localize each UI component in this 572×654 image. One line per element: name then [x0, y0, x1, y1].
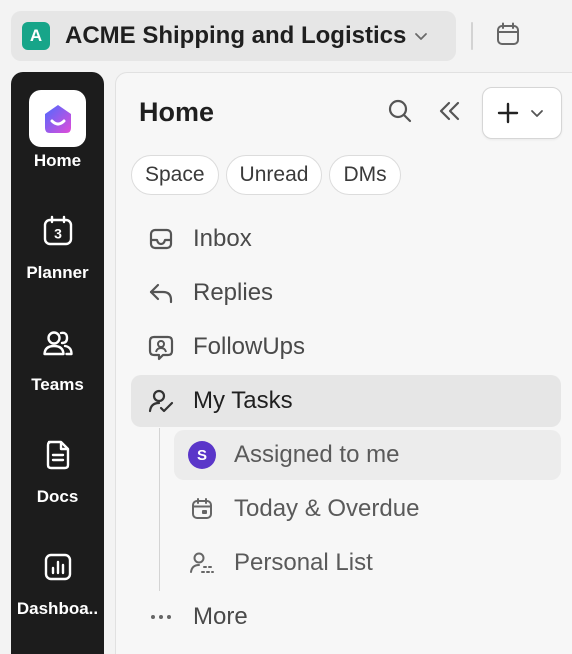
rail-item-dashboards[interactable]: Dashboa..: [11, 538, 104, 638]
avatar: S: [188, 441, 216, 469]
rail-item-label: Docs: [36, 487, 79, 506]
filter-chip-unread[interactable]: Unread: [225, 155, 323, 195]
rail-item-teams[interactable]: Teams: [11, 314, 104, 414]
rail-item-planner[interactable]: 3 Planner: [11, 202, 104, 302]
subnav-item-label: Assigned to me: [234, 441, 400, 468]
nav-item-label: My Tasks: [193, 387, 293, 414]
search-icon: [387, 98, 413, 129]
collapse-left-icon: [438, 99, 462, 128]
calendar-button[interactable]: [494, 22, 522, 50]
home-sidebar: Home Space Unread DMs Inbox Replies Foll…: [115, 72, 572, 654]
filter-chips: Space Unread DMs: [131, 155, 401, 195]
nav-item-replies[interactable]: Replies: [131, 267, 561, 319]
filter-chip-dms[interactable]: DMs: [329, 155, 401, 195]
calendar-icon: [495, 21, 521, 52]
chevron-down-icon: [528, 104, 546, 122]
subnav-item-today-overdue[interactable]: Today & Overdue: [174, 484, 561, 534]
teams-icon: [29, 314, 86, 371]
my-tasks-icon: [146, 386, 176, 416]
subnav-item-assigned-to-me[interactable]: S Assigned to me: [174, 430, 561, 480]
nav-item-label: Replies: [193, 279, 274, 306]
planner-calendar-icon: 3: [29, 202, 86, 259]
chevron-down-icon: [413, 28, 429, 44]
rail-item-home[interactable]: Home: [11, 90, 104, 190]
subnav-item-label: Today & Overdue: [234, 495, 420, 522]
search-button[interactable]: [384, 97, 416, 129]
filter-chip-space[interactable]: Space: [131, 155, 219, 195]
dashboard-icon: [29, 538, 86, 595]
followup-icon: [146, 332, 176, 362]
inbox-icon: [146, 224, 176, 254]
app-rail: Home 3 Planner Teams Docs Dashboa..: [11, 72, 104, 654]
planner-day-badge: 3: [54, 225, 62, 241]
page-title: Home: [139, 97, 215, 127]
rail-item-label: Teams: [31, 375, 84, 394]
reply-icon: [146, 278, 176, 308]
topbar-divider: [471, 22, 473, 50]
create-new-button[interactable]: [482, 87, 562, 139]
personal-list-icon: [187, 548, 217, 578]
nav-item-inbox[interactable]: Inbox: [131, 213, 561, 265]
workspace-avatar: A: [22, 22, 50, 50]
rail-item-label: Home: [33, 151, 82, 170]
top-bar: A ACME Shipping and Logistics: [0, 0, 572, 72]
more-dots-icon: [146, 602, 176, 632]
nav-item-label: FollowUps: [193, 333, 306, 360]
nav-item-label: Inbox: [193, 225, 252, 252]
subnav-guide-line: [159, 428, 160, 591]
plus-icon: [496, 101, 520, 125]
nav-item-my-tasks[interactable]: My Tasks: [131, 375, 561, 427]
workspace-switcher[interactable]: A ACME Shipping and Logistics: [11, 11, 456, 61]
nav-item-followups[interactable]: FollowUps: [131, 321, 561, 373]
subnav-item-label: Personal List: [234, 549, 373, 576]
rail-item-label: Dashboa..: [16, 599, 99, 618]
rail-item-docs[interactable]: Docs: [11, 426, 104, 526]
collapse-sidebar-button[interactable]: [434, 97, 466, 129]
subnav-item-personal-list[interactable]: Personal List: [174, 538, 561, 588]
assignee-avatar-wrap: S: [187, 440, 217, 470]
nav-item-more[interactable]: More: [131, 591, 561, 643]
workspace-name: ACME Shipping and Logistics: [65, 22, 407, 49]
nav-item-label: More: [193, 603, 248, 630]
docs-icon: [29, 426, 86, 483]
calendar-icon: [187, 494, 217, 524]
home-icon: [29, 90, 86, 147]
rail-item-label: Planner: [26, 263, 89, 282]
